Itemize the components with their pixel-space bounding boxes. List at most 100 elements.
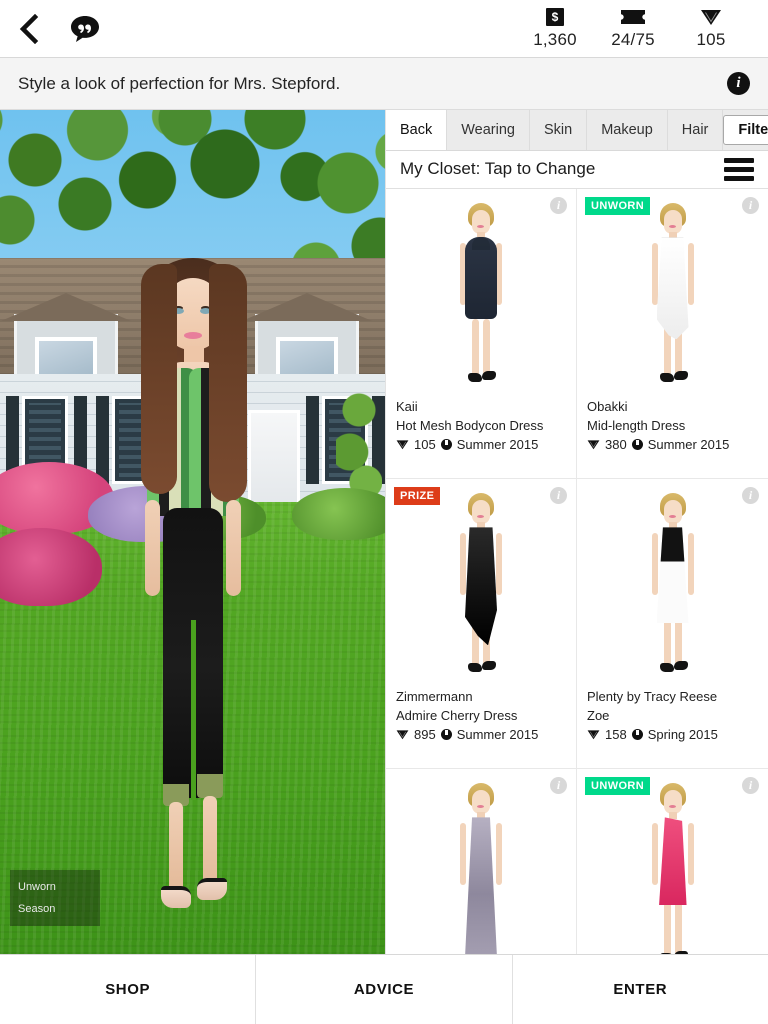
scene-filter-overlay[interactable]: Unworn Season bbox=[10, 870, 100, 926]
avatar-trouser-gap bbox=[190, 620, 196, 800]
item-badge-prize: PRIZE bbox=[394, 487, 441, 506]
mannequin-arm-right bbox=[496, 533, 502, 596]
shrub-right bbox=[292, 488, 385, 540]
closet-header: My Closet: Tap to Change bbox=[386, 150, 768, 190]
enter-button[interactable]: ENTER bbox=[513, 955, 768, 1024]
mannequin-arm-left bbox=[651, 533, 658, 596]
mannequin-arm-left bbox=[651, 243, 658, 306]
tab-skin[interactable]: Skin bbox=[529, 110, 588, 150]
season-icon bbox=[440, 729, 452, 741]
item-stats: 158 Spring 2015 bbox=[587, 725, 758, 744]
item-meta: Obakki Mid-length Dress 380 Summer 2015 bbox=[587, 393, 758, 454]
item-name: Mid-length Dress bbox=[587, 418, 686, 434]
item-thumbnail bbox=[396, 197, 566, 393]
item-name: Zoe bbox=[587, 708, 610, 724]
closet-item-card[interactable]: i Kaii Hot Mesh Bodycon Dress 105 Summer 201… bbox=[386, 189, 577, 480]
messages-button[interactable] bbox=[70, 15, 100, 43]
item-meta: Plenty by Tracy Reese Zoe 158 Spring 2015 bbox=[587, 683, 758, 744]
closet-item-card[interactable]: UNWORN i bbox=[577, 769, 768, 954]
mannequin-leg-right bbox=[674, 899, 682, 954]
closet-panel: Back Wearing Skin Makeup Hair Filter My … bbox=[385, 110, 768, 954]
avatar-lips bbox=[183, 332, 202, 339]
filter-overlay-season[interactable]: Season bbox=[10, 898, 100, 920]
mannequin-shoe-left bbox=[468, 373, 482, 383]
shop-button[interactable]: SHOP bbox=[0, 955, 257, 1024]
mannequin-arm-left bbox=[651, 823, 658, 886]
bottom-action-bar: SHOP ADVICE ENTER bbox=[0, 954, 768, 1024]
item-season: Summer 2015 bbox=[456, 437, 539, 453]
item-thumbnail bbox=[587, 197, 758, 393]
speech-bubble-quote-icon bbox=[71, 15, 99, 42]
mannequin bbox=[640, 203, 706, 393]
closet-item-card[interactable]: UNWORN i Obakki Mid-length Dress 380 Summer 2… bbox=[577, 189, 768, 480]
closet-item-grid: i Kaii Hot Mesh Bodycon Dress 105 Summer 201… bbox=[386, 189, 768, 954]
mannequin-garment bbox=[465, 817, 497, 954]
stat-money[interactable]: $ 1,360 bbox=[516, 7, 594, 50]
info-icon[interactable]: i bbox=[727, 72, 750, 95]
mannequin bbox=[448, 493, 514, 683]
stat-tickets[interactable]: 24/75 bbox=[594, 7, 672, 50]
chevron-left-icon bbox=[19, 13, 39, 44]
mannequin-shoe-right bbox=[482, 371, 496, 381]
item-stats: 380 Summer 2015 bbox=[587, 435, 758, 454]
tab-hair[interactable]: Hair bbox=[667, 110, 724, 150]
season-icon bbox=[440, 439, 452, 451]
item-badge-unworn: UNWORN bbox=[585, 197, 651, 216]
mannequin-neck bbox=[668, 812, 677, 820]
item-brand: Obakki bbox=[587, 399, 628, 415]
mannequin-head bbox=[663, 210, 682, 235]
challenge-prompt-bar: Style a look of perfection for Mrs. Step… bbox=[0, 58, 768, 110]
item-name: Admire Cherry Dress bbox=[396, 708, 518, 724]
mannequin-head bbox=[472, 790, 490, 815]
stat-diamonds[interactable]: 105 bbox=[672, 7, 750, 50]
item-price: 895 bbox=[414, 727, 436, 743]
item-season: Spring 2015 bbox=[647, 727, 718, 743]
item-thumbnail bbox=[396, 487, 566, 683]
mannequin-garment bbox=[465, 527, 497, 646]
filter-overlay-unworn[interactable]: Unworn bbox=[10, 876, 100, 898]
mannequin-head bbox=[472, 500, 490, 525]
item-thumbnail bbox=[587, 777, 758, 954]
closet-item-card[interactable]: i bbox=[386, 769, 577, 954]
item-stats: 105 Summer 2015 bbox=[396, 435, 566, 454]
app-root: $ 1,360 24/75 105 Style a look of perfec… bbox=[0, 0, 768, 1024]
shutter bbox=[306, 396, 319, 484]
mannequin bbox=[448, 783, 514, 954]
main-content: Unworn Season Back Wearing Skin Makeup H… bbox=[0, 110, 768, 954]
avatar-leg-left bbox=[168, 802, 183, 894]
diamond-glyph bbox=[701, 10, 721, 25]
mannequin-arm-right bbox=[496, 823, 502, 886]
avatar-doll[interactable] bbox=[93, 250, 293, 954]
mannequin-head bbox=[663, 790, 682, 815]
avatar-shoe-left bbox=[160, 886, 191, 908]
closet-tab-bar: Back Wearing Skin Makeup Hair Filter bbox=[386, 110, 768, 151]
closet-item-card[interactable]: PRIZE i Zimmermann Admire Cherry Dress 895 Su… bbox=[386, 479, 577, 770]
tab-back[interactable]: Back bbox=[386, 110, 448, 150]
avatar-scene[interactable]: Unworn Season bbox=[0, 110, 385, 954]
filter-button[interactable]: Filter bbox=[723, 114, 768, 145]
mannequin-shoe-left bbox=[659, 663, 674, 673]
diamond-icon bbox=[396, 730, 409, 740]
hamburger-menu-icon[interactable] bbox=[724, 157, 754, 181]
advice-button[interactable]: ADVICE bbox=[256, 955, 513, 1024]
hamburger-bar bbox=[724, 166, 754, 172]
mannequin-shoe-right bbox=[482, 661, 496, 671]
mannequin-head bbox=[663, 500, 682, 525]
season-icon bbox=[631, 439, 643, 451]
avatar-hair-front-right bbox=[208, 264, 247, 502]
item-name: Hot Mesh Bodycon Dress bbox=[396, 418, 544, 434]
mannequin bbox=[448, 203, 514, 393]
mannequin-garment bbox=[656, 237, 689, 340]
avatar-shoe-right bbox=[196, 878, 227, 900]
item-brand: Zimmermann bbox=[396, 689, 473, 705]
mannequin-leg-left bbox=[663, 899, 671, 954]
closet-title: My Closet: Tap to Change bbox=[400, 159, 596, 179]
tab-wearing[interactable]: Wearing bbox=[447, 110, 530, 150]
tab-makeup[interactable]: Makeup bbox=[587, 110, 668, 150]
money-symbol: $ bbox=[546, 8, 564, 26]
mannequin bbox=[640, 783, 706, 954]
closet-item-card[interactable]: i Plenty by Tracy Reese Zoe 158 Spring 2015 bbox=[577, 479, 768, 770]
diamond-icon bbox=[587, 440, 600, 450]
back-button[interactable] bbox=[18, 13, 40, 44]
mannequin-leg-left bbox=[472, 319, 479, 378]
